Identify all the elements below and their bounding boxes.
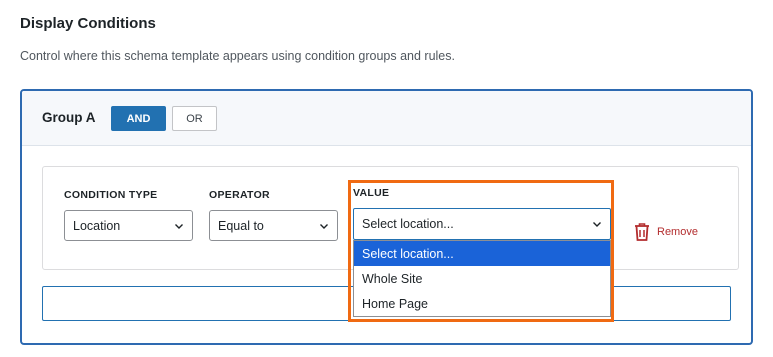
group-header: Group A AND OR [22, 91, 751, 146]
group-name: Group A [42, 110, 96, 125]
operator-value: Equal to [218, 218, 264, 233]
value-label: VALUE [353, 187, 390, 199]
value-select[interactable]: Select location... [353, 208, 611, 240]
dropdown-option-home-page[interactable]: Home Page [354, 291, 610, 316]
logic-or-button[interactable]: OR [172, 106, 217, 131]
remove-condition-button[interactable]: Remove [633, 222, 698, 242]
remove-label: Remove [657, 226, 698, 238]
condition-type-label: CONDITION TYPE [64, 189, 158, 201]
section-description: Control where this schema template appea… [20, 49, 455, 63]
dropdown-option-select-location[interactable]: Select location... [354, 241, 610, 266]
trash-icon [635, 223, 649, 241]
operator-label: OPERATOR [209, 189, 270, 201]
operator-select[interactable]: Equal to [209, 210, 338, 241]
value-dropdown: Select location... Whole Site Home Page [353, 240, 611, 317]
dropdown-option-whole-site[interactable]: Whole Site [354, 266, 610, 291]
chevron-down-icon [593, 222, 601, 227]
logic-and-button[interactable]: AND [111, 106, 166, 131]
chevron-down-icon [320, 224, 328, 229]
condition-type-select[interactable]: Location [64, 210, 193, 241]
value-select-value: Select location... [362, 217, 454, 231]
condition-type-value: Location [73, 218, 121, 233]
section-title: Display Conditions [20, 15, 156, 32]
chevron-down-icon [175, 224, 183, 229]
